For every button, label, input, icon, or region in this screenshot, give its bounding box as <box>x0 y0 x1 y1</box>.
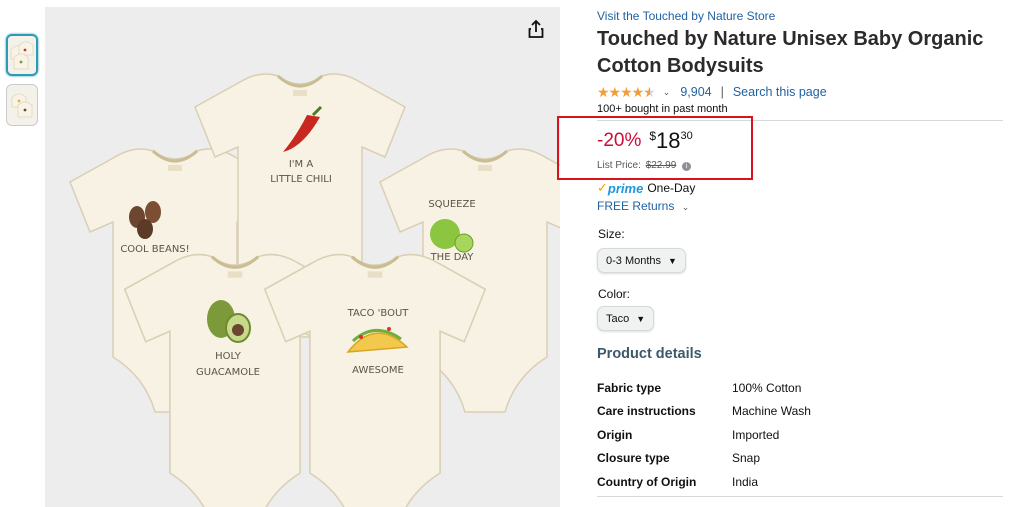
prime-delivery-speed: One-Day <box>647 181 696 195</box>
detail-value: India <box>732 474 759 489</box>
chevron-down-icon: ▼ <box>668 255 677 266</box>
store-link[interactable]: Visit the Touched by Nature Store <box>597 8 1005 24</box>
thumbnail-2[interactable] <box>6 84 38 126</box>
chevron-down-icon: ⌄ <box>681 202 690 212</box>
separator: | <box>720 85 724 99</box>
thumbnail-strip <box>6 34 40 134</box>
prime-logo: prime <box>607 180 644 196</box>
detail-key: Care instructions <box>597 404 696 419</box>
list-price: List Price: $22.99 i <box>597 160 692 171</box>
bodysuits-thumbnail-image-2 <box>8 87 36 123</box>
list-price-value: $22.99 <box>645 160 677 171</box>
product-details-heading: Product details <box>597 346 702 362</box>
table-row: Origin Imported <box>597 423 811 447</box>
bought-in-past-month: 100+ bought in past month <box>597 103 728 115</box>
color-dropdown[interactable]: Taco ▼ <box>597 306 655 331</box>
lime-text-1: SQUEEZE <box>428 199 475 210</box>
price-whole: 18 <box>656 128 681 153</box>
color-selected-value: Taco <box>606 312 630 325</box>
bodysuits-thumbnail-image <box>8 37 36 73</box>
size-dropdown[interactable]: 0-3 Months ▼ <box>597 248 686 273</box>
product-details-table: Fabric type 100% Cotton Care instruction… <box>597 376 811 494</box>
prime-badge[interactable]: ✓ prime One-Day <box>597 180 695 196</box>
beans-text: COOL BEANS! <box>120 244 189 255</box>
product-info: Visit the Touched by Nature Store Touche… <box>597 8 1005 121</box>
detail-key: Origin <box>597 427 633 442</box>
price-fraction: 30 <box>680 130 693 142</box>
thumbnail-1[interactable] <box>6 34 38 76</box>
color-label: Color: <box>598 287 631 301</box>
ratings-count-link[interactable]: 9,904 <box>680 85 711 99</box>
detail-value: Machine Wash <box>732 404 811 419</box>
detail-value: Imported <box>732 427 780 442</box>
table-row: Fabric type 100% Cotton <box>597 376 811 400</box>
share-icon[interactable] <box>525 18 547 40</box>
price-row: -20% $ 18 30 <box>597 128 693 154</box>
price-symbol: $ <box>649 129 657 143</box>
free-returns-link[interactable]: FREE Returns ⌄ <box>597 199 689 213</box>
detail-value: Snap <box>732 451 761 466</box>
star-rating-icon[interactable]: ★★★★★ ★ <box>597 84 656 101</box>
bodysuits-illustration: I'M A LITTLE CHILI COOL BEANS! SQUEEZE T… <box>68 72 560 507</box>
size-label: Size: <box>598 227 625 241</box>
lime-text-2: THE DAY <box>430 252 475 263</box>
size-selected-value: 0-3 Months <box>606 254 662 267</box>
detail-key: Country of Origin <box>597 474 697 489</box>
chili-text-1: I'M A <box>289 159 314 170</box>
product-title: Touched by Nature Unisex Baby Organic Co… <box>597 28 984 77</box>
rating-row: ★★★★★ ★ ⌄ 9,904 | Search this page <box>597 84 1005 100</box>
detail-key: Fabric type <box>597 380 662 395</box>
detail-value: 100% Cotton <box>732 380 802 395</box>
chevron-down-icon: ▼ <box>636 313 646 324</box>
chili-text-2: LITTLE CHILI <box>270 174 332 185</box>
list-price-label: List Price: <box>597 160 641 171</box>
table-row: Closure type Snap <box>597 447 811 471</box>
divider <box>597 496 1003 497</box>
current-price: $ 18 30 <box>649 128 692 154</box>
product-main-image[interactable]: I'M A LITTLE CHILI COOL BEANS! SQUEEZE T… <box>45 7 560 507</box>
info-icon[interactable]: i <box>682 162 692 171</box>
detail-key: Closure type <box>597 451 670 466</box>
discount-percent: -20% <box>597 130 642 151</box>
taco-text-1: TACO 'BOUT <box>347 308 410 319</box>
table-row: Care instructions Machine Wash <box>597 400 811 424</box>
table-row: Country of Origin India <box>597 470 811 494</box>
free-returns-label: FREE Returns <box>597 199 675 213</box>
avocado-text-2: GUACAMOLE <box>196 367 260 378</box>
avocado-text-1: HOLY <box>215 351 242 362</box>
taco-text-2: AWESOME <box>352 365 404 376</box>
prime-check-icon: ✓ <box>597 180 608 195</box>
search-this-page-link[interactable]: Search this page <box>733 85 827 99</box>
chevron-down-icon[interactable]: ⌄ <box>663 87 671 98</box>
